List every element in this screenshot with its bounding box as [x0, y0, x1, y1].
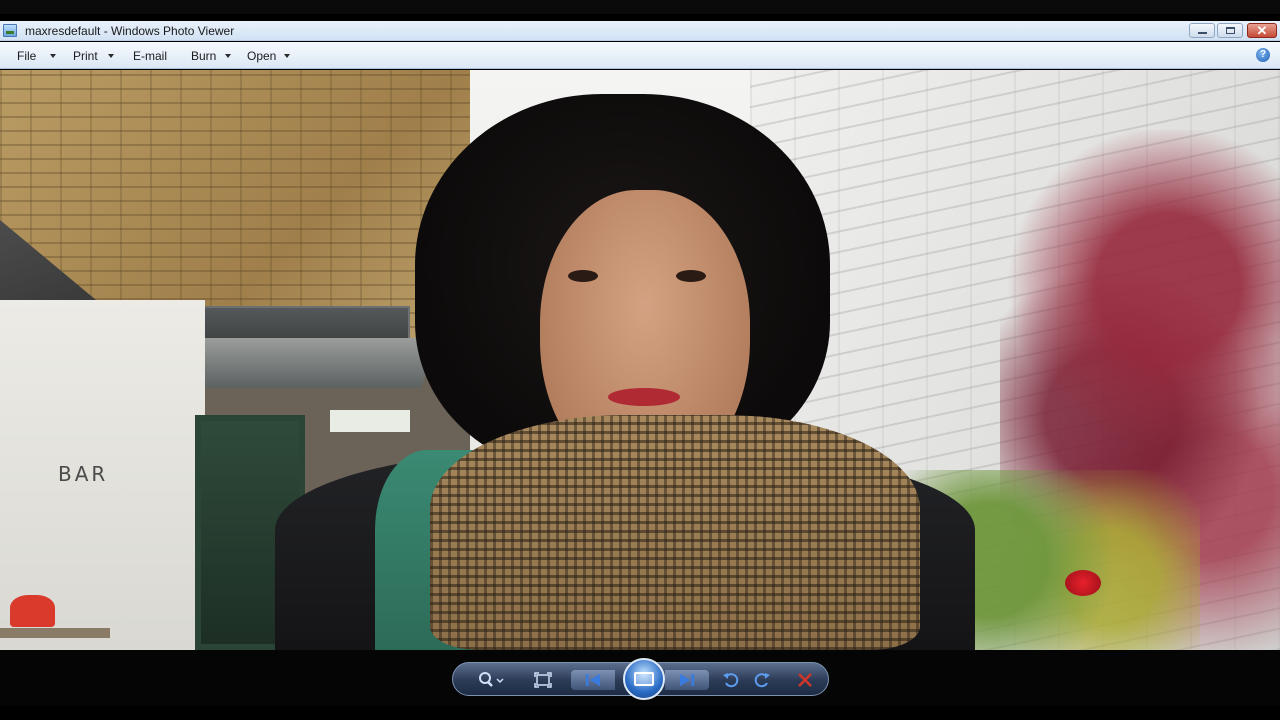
bottom-strip: [0, 706, 1280, 720]
previous-icon: [586, 674, 600, 686]
minimize-icon: [1198, 32, 1207, 34]
help-icon[interactable]: ?: [1256, 48, 1270, 62]
previous-button[interactable]: [571, 670, 615, 690]
menu-email[interactable]: E-mail: [133, 49, 167, 63]
menu-burn-caret-icon[interactable]: [225, 54, 231, 58]
photo-person-scarf: [430, 415, 920, 650]
menu-print[interactable]: Print: [73, 49, 98, 63]
next-icon: [680, 674, 694, 686]
actual-size-icon[interactable]: [531, 670, 555, 690]
photo-person-lips: [608, 388, 680, 406]
rotate-clockwise-icon[interactable]: [750, 670, 774, 690]
photo-red-flower: [1065, 570, 1101, 596]
slideshow-icon: [634, 672, 654, 686]
next-button[interactable]: [665, 670, 709, 690]
close-button[interactable]: ✕: [1247, 23, 1277, 38]
photo-table: [0, 628, 110, 638]
restore-button[interactable]: [1217, 23, 1243, 38]
slideshow-button[interactable]: [623, 658, 665, 700]
menu-open[interactable]: Open: [247, 49, 276, 63]
window-title: maxresdefault - Windows Photo Viewer: [25, 24, 235, 38]
zoom-icon[interactable]: [475, 670, 507, 690]
menu-file[interactable]: File: [17, 49, 36, 63]
photo-bar-sign: BAR: [58, 462, 109, 486]
photo-red-kettle: [10, 595, 55, 627]
minimize-button[interactable]: [1189, 23, 1215, 38]
rotate-counterclockwise-icon[interactable]: [719, 670, 743, 690]
menu-bar: File Print E-mail Burn Open ?: [0, 42, 1280, 69]
photo-person-right-eye: [676, 270, 706, 282]
menu-file-caret-icon[interactable]: [50, 54, 56, 58]
menu-open-caret-icon[interactable]: [284, 54, 290, 58]
menu-burn[interactable]: Burn: [191, 49, 216, 63]
delete-icon[interactable]: [793, 670, 817, 690]
title-bar[interactable]: maxresdefault - Windows Photo Viewer ✕: [0, 21, 1280, 41]
control-bar: [0, 650, 1280, 706]
screen-top-strip: [0, 0, 1280, 14]
photo-viewer-app-icon[interactable]: [3, 24, 17, 37]
menu-print-caret-icon[interactable]: [108, 54, 114, 58]
controls-pill: [452, 658, 829, 700]
photo-person-left-eye: [568, 270, 598, 282]
restore-icon: [1226, 27, 1235, 34]
close-icon: ✕: [1256, 23, 1268, 38]
photo-viewer-window: maxresdefault - Windows Photo Viewer ✕ F…: [0, 14, 1280, 720]
photo-wall-light: [330, 410, 410, 432]
photo-display: BAR: [0, 70, 1280, 650]
